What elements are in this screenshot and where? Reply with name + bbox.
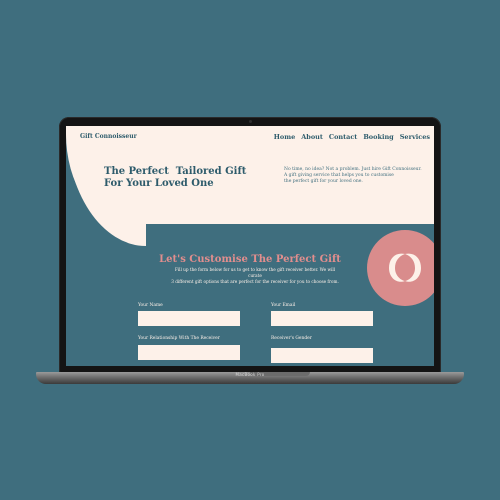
main-nav: Home About Contact Booking Services	[274, 133, 430, 141]
email-input[interactable]	[271, 311, 373, 326]
hero-title-line1: The Perfect Tailored Gift	[104, 166, 247, 177]
hero-title: The Perfect Tailored Gift For Your Loved…	[104, 166, 264, 190]
form-subtitle: Fill up the form below for us to get to …	[170, 267, 340, 285]
gender-label: Receiver's Gender	[271, 336, 312, 341]
hero-title-line2: For Your Loved One	[104, 178, 214, 189]
gift-badge	[367, 230, 434, 306]
laptop-screen: Gift Connoisseur Home About Contact Book…	[66, 126, 434, 366]
form-sub-line1: Fill up the form below for us to get to …	[174, 267, 336, 278]
camera-icon	[249, 120, 252, 123]
relationship-input[interactable]	[138, 345, 240, 360]
relationship-label: Your Relationship With The Receiver	[138, 336, 220, 341]
gender-input[interactable]	[271, 348, 373, 363]
name-input[interactable]	[138, 311, 240, 326]
hero-description: No time, no idea? Not a problem. Just hi…	[284, 167, 424, 185]
email-label: Your Email	[271, 303, 296, 308]
nav-home[interactable]: Home	[274, 133, 296, 141]
name-label: Your Name	[138, 303, 163, 308]
nav-services[interactable]: Services	[400, 133, 430, 141]
form-title: Let's Customise The Perfect Gift	[159, 254, 341, 265]
device-label: MacBook Pro	[235, 372, 265, 377]
hero-desc-line3: the perfect gift for your loved one.	[284, 179, 363, 184]
site-logo[interactable]: Gift Connoisseur	[80, 133, 137, 140]
nav-about[interactable]: About	[301, 133, 323, 141]
nav-booking[interactable]: Booking	[363, 133, 393, 141]
nav-contact[interactable]: Contact	[329, 133, 357, 141]
form-sub-line2: 3 different gift options that are perfec…	[171, 279, 339, 284]
